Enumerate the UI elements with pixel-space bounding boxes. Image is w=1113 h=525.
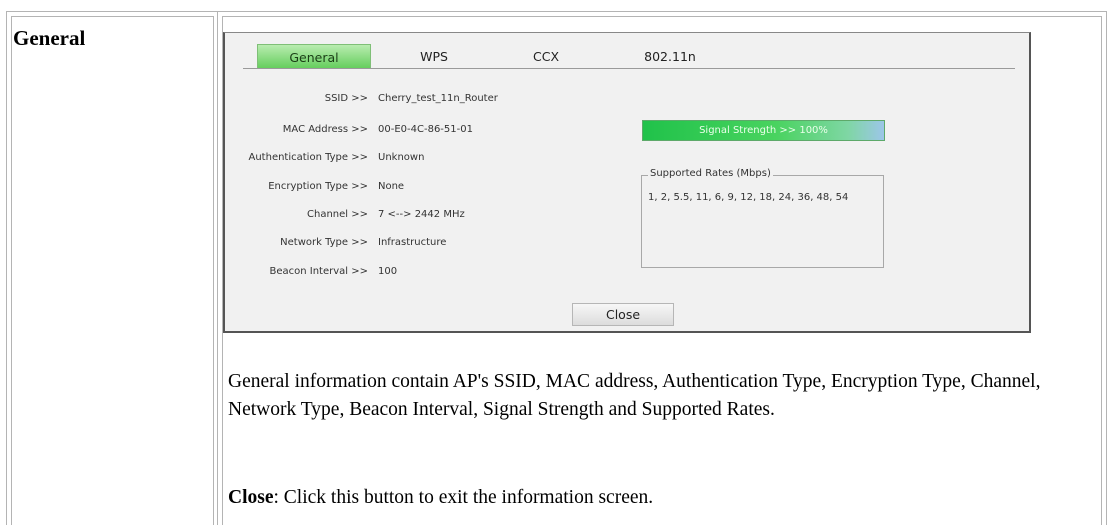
field-authentication-type: Authentication Type >> Unknown bbox=[225, 152, 625, 166]
section-title: General bbox=[13, 26, 86, 50]
close-explanation: : Click this button to exit the informat… bbox=[273, 487, 654, 508]
label-cell-border bbox=[11, 16, 214, 525]
field-label: SSID >> bbox=[324, 93, 368, 104]
field-value: None bbox=[378, 181, 405, 192]
field-label: Channel >> bbox=[307, 209, 368, 220]
field-value: Cherry_test_11n_Router bbox=[378, 93, 498, 104]
field-value: Unknown bbox=[378, 152, 425, 163]
field-ssid: SSID >> Cherry_test_11n_Router bbox=[225, 93, 625, 107]
field-value: 100 bbox=[378, 266, 398, 277]
close-description: Close: Click this button to exit the inf… bbox=[228, 484, 653, 512]
tab-divider bbox=[243, 68, 1015, 69]
close-term: Close bbox=[228, 487, 274, 508]
field-beacon-interval: Beacon Interval >> 100 bbox=[225, 266, 625, 280]
general-description: General information contain AP's SSID, M… bbox=[228, 371, 1041, 420]
field-value: 7 <--> 2442 MHz bbox=[378, 209, 465, 220]
field-value: 00-E0-4C-86-51-01 bbox=[378, 124, 473, 135]
tab-802-11n[interactable]: 802.11n bbox=[625, 44, 715, 69]
field-label: Encryption Type >> bbox=[268, 181, 368, 192]
field-mac-address: MAC Address >> 00-E0-4C-86-51-01 bbox=[225, 124, 625, 138]
field-value: Infrastructure bbox=[378, 237, 447, 248]
tab-wps[interactable]: WPS bbox=[393, 44, 475, 69]
label-cell bbox=[7, 12, 218, 525]
tab-bar: General WPS CCX 802.11n bbox=[243, 44, 1015, 69]
tab-ccx[interactable]: CCX bbox=[505, 44, 587, 69]
supported-rates-group: Supported Rates (Mbps) 1, 2, 5.5, 11, 6,… bbox=[641, 168, 884, 268]
ap-information-dialog: General WPS CCX 802.11n SSID >> Cherry_t… bbox=[223, 32, 1031, 333]
field-label: Authentication Type >> bbox=[248, 152, 369, 163]
close-button[interactable]: Close bbox=[572, 303, 674, 326]
supported-rates-legend: Supported Rates (Mbps) bbox=[648, 168, 773, 179]
signal-strength-bar: Signal Strength >> 100% bbox=[642, 120, 885, 141]
field-label: Beacon Interval >> bbox=[269, 266, 368, 277]
tab-general[interactable]: General bbox=[257, 44, 371, 69]
field-network-type: Network Type >> Infrastructure bbox=[225, 237, 625, 251]
supported-rates-values: 1, 2, 5.5, 11, 6, 9, 12, 18, 24, 36, 48,… bbox=[648, 192, 849, 203]
field-label: Network Type >> bbox=[280, 237, 368, 248]
field-channel: Channel >> 7 <--> 2442 MHz bbox=[225, 209, 625, 223]
field-label: MAC Address >> bbox=[282, 124, 368, 135]
field-encryption-type: Encryption Type >> None bbox=[225, 181, 625, 195]
